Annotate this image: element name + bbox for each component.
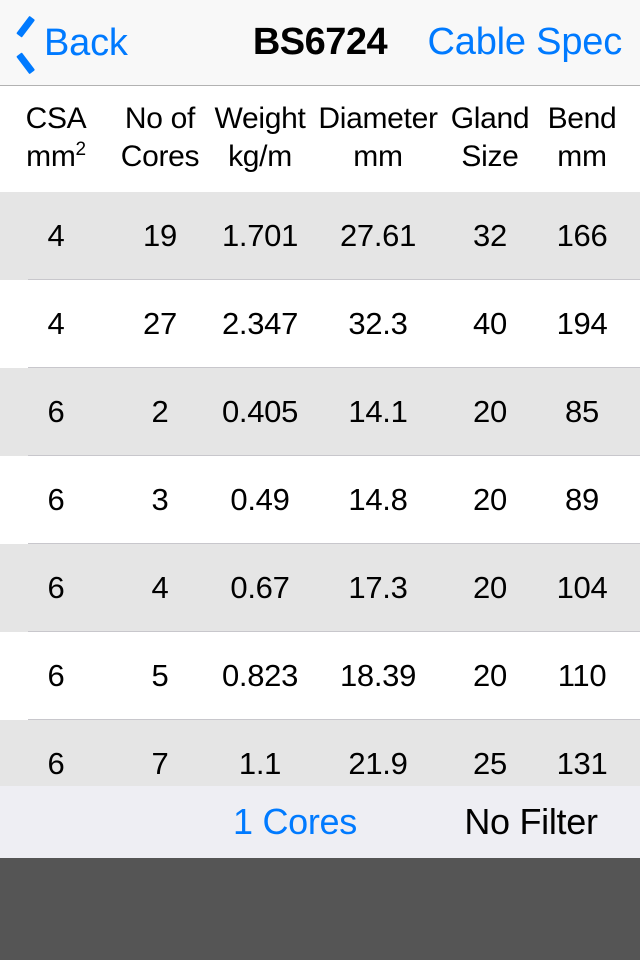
table-cell-diameter: 14.8 (348, 482, 408, 517)
table-cell-gland: 25 (473, 746, 507, 781)
table-cell-cores: 4 (151, 570, 169, 605)
table-cell-csa: 6 (47, 570, 65, 605)
table-cell-bend: 131 (556, 746, 608, 781)
table-cell-weight: 1.701 (221, 218, 299, 253)
column-header-line2: mm2 (0, 138, 112, 176)
column-header-unit: Cores (120, 140, 200, 173)
column-header-line2: kg/m (208, 138, 312, 176)
column-header-unit: kg/m (228, 140, 292, 173)
table-cell-cores: 5 (151, 658, 169, 693)
bottom-dark-area (0, 858, 640, 960)
column-header: Diameter mm (312, 100, 444, 176)
chevron-left-icon (16, 24, 38, 62)
table-cell-weight: 0.67 (230, 570, 290, 605)
table-cell-bend: 194 (556, 306, 608, 341)
table-cell-csa: 4 (47, 218, 65, 253)
cable-spec-button[interactable]: Cable Spec (428, 0, 623, 85)
column-header-line1: CSA (25, 102, 87, 135)
table-cell-gland: 32 (473, 218, 507, 253)
table-cell-gland: 20 (473, 394, 507, 429)
column-header-superscript: 2 (75, 139, 87, 160)
table-header: CSA mm2 No of Cores Weight kg/m Diameter mm Glan… (0, 86, 640, 192)
column-header-line2: Size (444, 138, 536, 176)
table-body[interactable]: 4 19 1.701 27.61 32 166 4 27 2.347 32.3 40 194 6 2 0.4… (0, 192, 640, 786)
table-row[interactable]: 6 3 0.49 14.8 20 89 (0, 456, 640, 544)
column-header-unit: mm (26, 140, 76, 173)
table-row[interactable]: 6 4 0.67 17.3 20 104 (0, 544, 640, 632)
table-cell-bend: 89 (565, 482, 599, 517)
table-cell-gland: 20 (473, 482, 507, 517)
table-row[interactable]: 4 27 2.347 32.3 40 194 (0, 280, 640, 368)
column-header-line2: Cores (112, 138, 208, 176)
filter-button[interactable]: No Filter (422, 802, 640, 842)
table-row[interactable]: 6 5 0.823 18.39 20 110 (0, 632, 640, 720)
column-header-line1: No of (124, 102, 196, 135)
table-cell-csa: 6 (47, 658, 65, 693)
column-header: Gland Size (444, 100, 536, 176)
bottom-toolbar: 1 Cores No Filter (0, 786, 640, 858)
table-row[interactable]: 6 7 1.1 21.9 25 131 (0, 720, 640, 786)
table-cell-gland: 20 (473, 570, 507, 605)
column-header-unit: mm (557, 140, 607, 173)
column-header: Bend mm (536, 100, 628, 176)
table-cell-diameter: 32.3 (348, 306, 408, 341)
table-cell-diameter: 21.9 (348, 746, 408, 781)
table-cell-weight: 0.823 (221, 658, 299, 693)
table-header-row: CSA mm2 No of Cores Weight kg/m Diameter mm Glan… (0, 86, 640, 176)
table-cell-csa: 6 (47, 482, 65, 517)
back-button[interactable]: Back (16, 0, 136, 85)
table-cell-gland: 20 (473, 658, 507, 693)
column-header: CSA mm2 (0, 100, 112, 176)
column-header-unit: mm (353, 140, 403, 173)
column-header-line1: Gland (450, 102, 530, 135)
table-cell-csa: 6 (47, 746, 65, 781)
table-cell-diameter: 27.61 (339, 218, 417, 253)
table-cell-gland: 40 (473, 306, 507, 341)
table-row[interactable]: 4 19 1.701 27.61 32 166 (0, 192, 640, 280)
table-row[interactable]: 6 2 0.405 14.1 20 85 (0, 368, 640, 456)
column-header-line1: Weight (214, 102, 306, 135)
navigation-bar: Back BS6724 Cable Spec (0, 0, 640, 86)
table-cell-weight: 0.405 (221, 394, 299, 429)
table-cell-bend: 110 (557, 658, 607, 693)
column-header-line2: mm (536, 138, 628, 176)
table-cell-diameter: 18.39 (339, 658, 417, 693)
table-cell-csa: 6 (47, 394, 65, 429)
column-header-line2: mm (312, 138, 444, 176)
app-root: Back BS6724 Cable Spec CSA mm2 No of Cores W… (0, 0, 640, 960)
table-cell-weight: 0.49 (230, 482, 290, 517)
table-cell-cores: 27 (143, 306, 177, 341)
column-header-line1: Diameter (318, 102, 438, 135)
table-cell-bend: 166 (556, 218, 608, 253)
table-cell-bend: 85 (565, 394, 599, 429)
column-header-unit: Size (461, 140, 519, 173)
table-cell-cores: 3 (151, 482, 169, 517)
back-button-label: Back (44, 21, 128, 64)
table-cell-cores: 7 (151, 746, 169, 781)
table-cell-cores: 19 (143, 218, 177, 253)
column-header: Weight kg/m (208, 100, 312, 176)
table-cell-cores: 2 (151, 394, 169, 429)
table-cell-weight: 1.1 (238, 746, 282, 781)
table-cell-weight: 2.347 (221, 306, 299, 341)
cores-filter-button[interactable]: 1 Cores (168, 802, 422, 842)
column-header-line1: Bend (547, 102, 617, 135)
column-header: No of Cores (112, 100, 208, 176)
table-cell-diameter: 14.1 (348, 394, 408, 429)
table-cell-csa: 4 (47, 306, 65, 341)
table-cell-bend: 104 (556, 570, 608, 605)
table-cell-diameter: 17.3 (348, 570, 408, 605)
